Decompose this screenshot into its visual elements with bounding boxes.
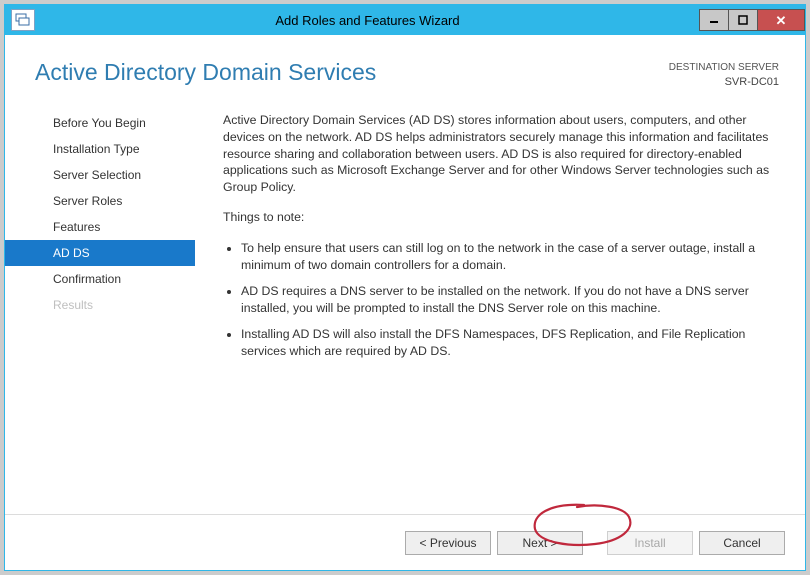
cancel-button[interactable]: Cancel <box>699 531 785 555</box>
nav-results: Results <box>5 292 195 318</box>
body: Before You Begin Installation Type Serve… <box>5 100 805 514</box>
nav-before-you-begin[interactable]: Before You Begin <box>5 110 195 136</box>
window-title: Add Roles and Features Wizard <box>35 13 700 28</box>
wizard-window: Add Roles and Features Wizard ✕ Active D… <box>4 4 806 571</box>
nav-server-selection[interactable]: Server Selection <box>5 162 195 188</box>
destination-server-block: DESTINATION SERVER SVR-DC01 <box>669 59 779 90</box>
destination-server: SVR-DC01 <box>669 75 779 90</box>
content-panel: Active Directory Domain Services (AD DS)… <box>195 106 783 514</box>
install-button: Install <box>607 531 693 555</box>
next-button[interactable]: Next > <box>497 531 583 555</box>
previous-button[interactable]: < Previous <box>405 531 491 555</box>
header: Active Directory Domain Services DESTINA… <box>5 35 805 100</box>
maximize-button[interactable] <box>728 9 758 31</box>
nav-features[interactable]: Features <box>5 214 195 240</box>
footer: < Previous Next > Install Cancel <box>5 514 805 570</box>
note-item: To help ensure that users can still log … <box>241 240 777 273</box>
note-item: Installing AD DS will also install the D… <box>241 326 777 359</box>
destination-label: DESTINATION SERVER <box>669 61 779 75</box>
minimize-button[interactable] <box>699 9 729 31</box>
note-item: AD DS requires a DNS server to be instal… <box>241 283 777 316</box>
nav-installation-type[interactable]: Installation Type <box>5 136 195 162</box>
nav-server-roles[interactable]: Server Roles <box>5 188 195 214</box>
nav-ad-ds[interactable]: AD DS <box>5 240 195 266</box>
page-title: Active Directory Domain Services <box>35 59 376 86</box>
close-button[interactable]: ✕ <box>757 9 805 31</box>
nav-sidebar: Before You Begin Installation Type Serve… <box>5 106 195 514</box>
nav-confirmation[interactable]: Confirmation <box>5 266 195 292</box>
server-manager-icon <box>11 9 35 31</box>
notes-list: To help ensure that users can still log … <box>223 240 777 360</box>
things-to-note-header: Things to note: <box>223 209 777 226</box>
window-controls: ✕ <box>700 9 805 31</box>
titlebar: Add Roles and Features Wizard ✕ <box>5 5 805 35</box>
intro-text: Active Directory Domain Services (AD DS)… <box>223 112 777 195</box>
